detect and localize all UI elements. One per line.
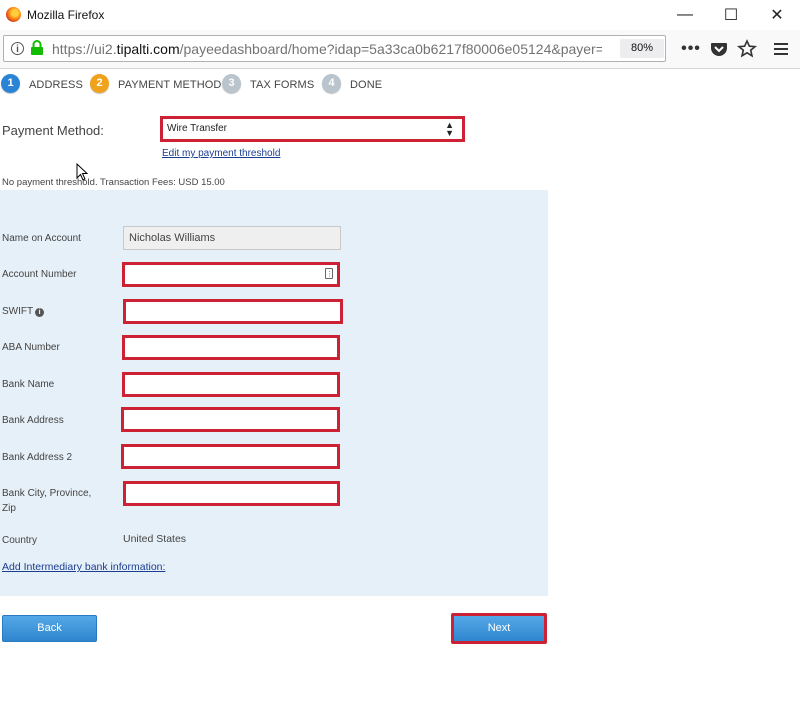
url-text[interactable]: https://ui2.tipalti.com/payeedashboard/h… <box>52 41 602 57</box>
bank-address-label: Bank Address <box>2 415 64 426</box>
url-path: /payeedashboard/home?idap=5a33ca0b6217f8… <box>179 41 602 57</box>
firefox-logo-icon <box>6 7 21 22</box>
step-1-badge: 1 <box>1 74 20 93</box>
bank-city-label: Bank City, Province, Zip <box>2 486 91 516</box>
maximize-icon: ☐ <box>723 7 739 24</box>
bank-city-label-line1: Bank City, Province, <box>2 488 92 499</box>
progress-steps: 1 ADDRESS 2 PAYMENT METHOD 3 TAX FORMS 4… <box>0 72 800 98</box>
step-label-address: ADDRESS <box>29 79 83 91</box>
payment-method-select[interactable]: Wire Transfer ▲ ▼ <box>160 116 465 142</box>
more-actions-icon[interactable]: ••• <box>681 39 701 59</box>
transaction-fees-text: No payment threshold. Transaction Fees: … <box>2 177 225 188</box>
autofill-icon[interactable]: ⋮ <box>325 268 333 279</box>
select-arrows-icon: ▲ ▼ <box>445 120 454 138</box>
url-host: tipalti.com <box>116 41 180 57</box>
bookmark-star-icon[interactable] <box>737 39 757 59</box>
bank-name-input[interactable] <box>122 372 340 397</box>
bank-address-2-input[interactable] <box>121 444 340 469</box>
minimize-icon: — <box>677 6 693 23</box>
bank-address-input[interactable] <box>121 407 340 432</box>
info-icon[interactable]: i <box>35 308 45 317</box>
step-2-badge: 2 <box>90 74 109 93</box>
step-label-done: DONE <box>350 79 383 91</box>
country-label: Country <box>2 535 38 546</box>
step-3-badge: 3 <box>222 74 241 93</box>
maximize-button[interactable]: ☐ <box>708 0 754 30</box>
close-window-button[interactable]: ✕ <box>754 0 800 30</box>
bank-city-label-line2: Zip <box>2 503 16 514</box>
name-on-account-field[interactable]: Nicholas Williams <box>123 226 341 250</box>
browser-toolbar: i https://ui2.tipalti.com/payeedashboard… <box>0 30 800 69</box>
account-number-label: Account Number <box>2 269 77 280</box>
step-4-badge: 4 <box>322 74 341 93</box>
info-icon[interactable]: i <box>11 42 24 55</box>
close-icon: ✕ <box>770 7 784 24</box>
url-bar[interactable]: i https://ui2.tipalti.com/payeedashboard… <box>3 35 666 62</box>
menu-icon[interactable] <box>771 39 791 59</box>
bank-address-2-label: Bank Address 2 <box>2 452 73 463</box>
lock-icon[interactable] <box>30 40 44 56</box>
payment-method-selected: Wire Transfer <box>167 123 228 134</box>
bank-name-label: Bank Name <box>2 379 55 390</box>
aba-number-input[interactable] <box>122 335 340 360</box>
aba-number-label: ABA Number <box>2 342 60 353</box>
step-label-payment-method: PAYMENT METHOD <box>118 79 222 91</box>
window-title: Mozilla Firefox <box>27 8 105 22</box>
next-button[interactable]: Next <box>451 613 547 644</box>
bank-city-input[interactable] <box>123 481 340 506</box>
step-label-tax-forms: TAX FORMS <box>250 79 315 91</box>
edit-payment-threshold-link[interactable]: Edit my payment threshold <box>162 148 280 159</box>
account-number-input[interactable]: ⋮ <box>122 262 340 287</box>
pocket-icon[interactable] <box>709 39 729 59</box>
payment-method-label: Payment Method: <box>2 123 104 138</box>
mouse-cursor-icon <box>76 163 89 181</box>
country-value: United States <box>123 533 187 545</box>
zoom-level-badge[interactable]: 80% <box>620 39 664 58</box>
swift-input[interactable] <box>123 299 343 324</box>
url-scheme: https://ui2. <box>52 41 117 57</box>
add-intermediary-bank-link[interactable]: Add Intermediary bank information: <box>2 561 165 573</box>
back-button[interactable]: Back <box>2 615 97 642</box>
minimize-button[interactable]: — <box>662 0 708 30</box>
swift-label-row: SWIFT i <box>2 304 45 319</box>
window-title-bar: Mozilla Firefox — ☐ ✕ <box>0 0 800 30</box>
name-on-account-label: Name on Account <box>2 233 81 244</box>
swift-label: SWIFT <box>2 306 34 317</box>
